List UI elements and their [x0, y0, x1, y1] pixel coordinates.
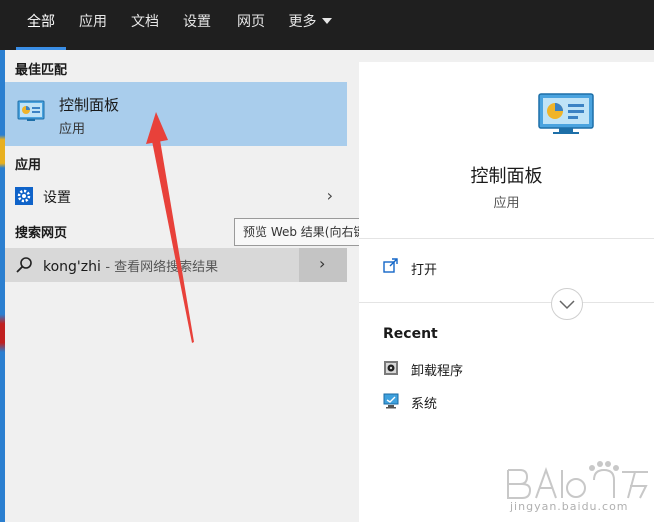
tab-label: 文档 [131, 14, 159, 30]
tab-label: 应用 [79, 14, 107, 30]
best-match-result[interactable]: 控制面板 应用 [5, 82, 347, 146]
detail-title: 控制面板 [470, 166, 543, 187]
system-monitor-icon [383, 393, 399, 409]
tab-all[interactable]: 全部 [16, 0, 66, 50]
results-list: 最佳匹配 控制面板 应用 应用 设置 › 搜索网页 kong'zhi - 查看网… [5, 50, 347, 522]
section-web: 搜索网页 [15, 226, 68, 241]
chevron-right-icon: › [326, 186, 333, 205]
best-match-subtitle: 应用 [59, 122, 86, 137]
chevron-down-icon [321, 18, 332, 24]
section-best-match: 最佳匹配 [15, 63, 68, 78]
control-panel-icon [17, 100, 45, 121]
detail-panel: 控制面板 应用 打开 Recent 卸载程序 系统 [359, 62, 654, 522]
web-search-result[interactable]: kong'zhi - 查看网络搜索结果 [5, 248, 299, 282]
search-scope-tabs: 全部 应用 文档 设置 网页 更多 [0, 0, 654, 50]
result-label: 设置 [43, 190, 71, 206]
open-icon [383, 258, 398, 273]
preview-tooltip: 预览 Web 结果(向右键) [234, 218, 380, 246]
tab-apps[interactable]: 应用 [70, 0, 116, 50]
tab-documents[interactable]: 文档 [122, 0, 168, 50]
tab-settings[interactable]: 设置 [174, 0, 220, 50]
uninstall-icon [384, 361, 398, 375]
section-apps: 应用 [15, 158, 42, 173]
tab-label: 更多 [288, 14, 317, 30]
recent-item-uninstall[interactable]: 卸载程序 [383, 358, 643, 379]
recent-item-label: 系统 [411, 397, 438, 412]
tab-label: 设置 [183, 14, 211, 30]
recent-item-system[interactable]: 系统 [383, 391, 643, 412]
web-hint: - 查看网络搜索结果 [105, 260, 219, 275]
result-settings[interactable]: 设置 › [5, 179, 347, 213]
best-match-title: 控制面板 [59, 96, 120, 114]
tab-label: 网页 [237, 14, 265, 30]
divider [359, 238, 654, 239]
watermark-url: jingyan.baidu.com [510, 500, 629, 513]
search-icon [16, 257, 32, 273]
tab-more[interactable]: 更多 [282, 0, 338, 50]
chevron-down-icon [559, 300, 575, 310]
chevron-right-icon: › [319, 254, 326, 273]
web-preview-button[interactable]: › [299, 248, 347, 282]
gear-icon [15, 187, 33, 205]
expand-button[interactable] [551, 288, 583, 320]
recent-item-label: 卸载程序 [411, 364, 464, 379]
divider [359, 302, 654, 303]
tab-label: 全部 [27, 14, 55, 30]
control-panel-icon [538, 93, 594, 134]
detail-subtitle: 应用 [493, 196, 520, 211]
recent-heading: Recent [383, 326, 438, 342]
open-action[interactable]: 打开 [411, 259, 437, 278]
web-query: kong'zhi [43, 259, 101, 275]
tab-web[interactable]: 网页 [228, 0, 274, 50]
